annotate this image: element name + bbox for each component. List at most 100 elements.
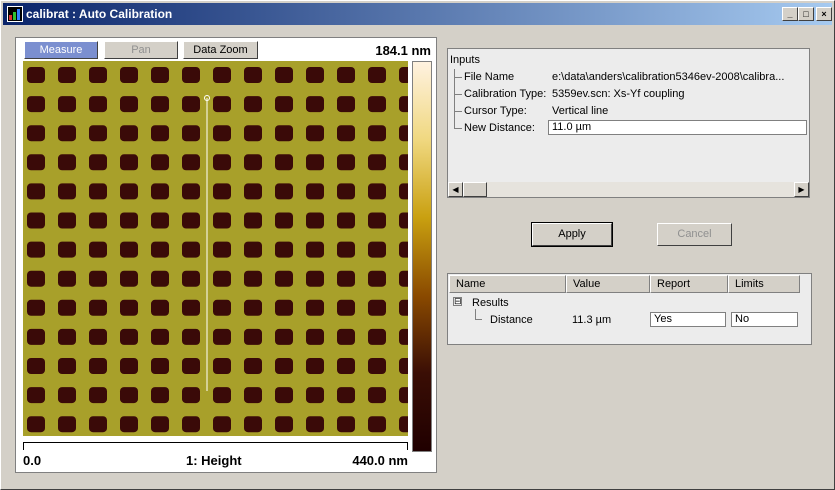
- title-bar[interactable]: calibrat : Auto Calibration _ □ ×: [3, 3, 832, 25]
- grating-hole: [306, 328, 324, 345]
- grating-hole: [120, 328, 138, 345]
- grating-hole: [27, 387, 45, 404]
- grating-hole: [89, 270, 107, 287]
- grating-hole: [244, 299, 262, 316]
- grating-hole: [27, 154, 45, 171]
- grating-hole: [182, 183, 200, 200]
- grating-hole: [368, 358, 386, 374]
- grating-hole: [337, 387, 355, 404]
- file-name-label: File Name: [464, 71, 515, 83]
- grating-hole: [58, 358, 76, 374]
- grating-hole: [337, 212, 355, 229]
- grating-hole: [58, 241, 76, 258]
- inputs-panel: Inputs File Name e:\data\anders\calibrat…: [447, 48, 810, 198]
- grating-hole: [151, 416, 169, 433]
- grating-hole: [368, 67, 386, 83]
- grating-hole: [337, 154, 355, 171]
- grating-hole: [399, 299, 408, 316]
- distance-report-field[interactable]: Yes: [650, 312, 726, 327]
- measure-button[interactable]: Measure: [24, 41, 98, 59]
- grating-hole: [275, 212, 293, 229]
- grating-hole: [213, 387, 231, 404]
- input-row-calibration-type: Calibration Type: 5359ev.scn: Xs-Yf coup…: [448, 86, 808, 103]
- grating-hole: [89, 154, 107, 171]
- minimize-button[interactable]: _: [782, 7, 798, 21]
- cursor-type-label: Cursor Type:: [464, 105, 527, 117]
- scroll-left-icon[interactable]: ◀: [448, 182, 463, 197]
- distance-limits-field[interactable]: No: [731, 312, 798, 327]
- tree-branch: [454, 94, 462, 95]
- scroll-thumb[interactable]: [463, 182, 487, 197]
- grating-hole: [27, 212, 45, 229]
- column-header-value[interactable]: Value: [566, 275, 650, 293]
- grating-hole: [368, 416, 386, 433]
- grating-hole: [213, 416, 231, 433]
- maximize-button[interactable]: □: [798, 7, 814, 21]
- grating-hole: [244, 96, 262, 113]
- grating-hole: [27, 416, 45, 433]
- grating-hole: [368, 387, 386, 404]
- grating-hole: [213, 299, 231, 316]
- grating-hole: [337, 125, 355, 142]
- grating-hole: [399, 125, 408, 142]
- afm-height-image[interactable]: [23, 61, 408, 436]
- horizontal-scrollbar[interactable]: ◀ ▶: [448, 182, 809, 197]
- grating-hole: [182, 358, 200, 374]
- grating-hole: [182, 416, 200, 433]
- column-header-name[interactable]: Name: [449, 275, 566, 293]
- grating-hole: [306, 125, 324, 142]
- grating-hole: [120, 270, 138, 287]
- close-button[interactable]: ×: [816, 7, 832, 21]
- grating-hole: [58, 154, 76, 171]
- apply-button[interactable]: Apply: [531, 222, 613, 247]
- grating-hole: [213, 96, 231, 113]
- grating-hole: [244, 241, 262, 258]
- grating-hole: [27, 241, 45, 258]
- grating-hole: [89, 416, 107, 433]
- grating-hole: [58, 270, 76, 287]
- cancel-button[interactable]: Cancel: [657, 223, 732, 246]
- grating-hole: [337, 270, 355, 287]
- grating-hole: [27, 96, 45, 113]
- grating-hole: [120, 387, 138, 404]
- grating-hole: [89, 328, 107, 345]
- grating-hole: [337, 416, 355, 433]
- file-name-value[interactable]: e:\data\anders\calibration5346ev-2008\ca…: [552, 71, 804, 83]
- pan-button[interactable]: Pan: [104, 41, 178, 59]
- grating-hole: [182, 67, 200, 83]
- grating-hole: [275, 125, 293, 142]
- grating-hole: [27, 299, 45, 316]
- grating-hole: [58, 387, 76, 404]
- axis-title-label: 1: Height: [186, 453, 242, 468]
- collapse-toggle-icon[interactable]: ⊟: [453, 297, 462, 306]
- calibration-type-value[interactable]: 5359ev.scn: Xs-Yf coupling: [552, 88, 804, 100]
- grating-hole: [120, 125, 138, 142]
- app-icon: [7, 6, 23, 22]
- grating-hole: [275, 96, 293, 113]
- new-distance-field[interactable]: 11.0 µm: [548, 120, 807, 135]
- grating-hole: [151, 328, 169, 345]
- grating-hole: [151, 154, 169, 171]
- grating-hole: [120, 241, 138, 258]
- grating-hole: [306, 183, 324, 200]
- input-row-file-name: File Name e:\data\anders\calibration5346…: [448, 69, 808, 86]
- grating-hole: [89, 387, 107, 404]
- data-zoom-button[interactable]: Data Zoom: [183, 41, 258, 59]
- axis-min-label: 0.0: [23, 453, 42, 468]
- grating-hole: [399, 96, 408, 113]
- grating-hole: [120, 154, 138, 171]
- tree-branch: [475, 309, 482, 320]
- grating-hole: [399, 67, 408, 83]
- grating-hole: [89, 67, 107, 83]
- scroll-right-icon[interactable]: ▶: [794, 182, 809, 197]
- afm-image-canvas[interactable]: [23, 61, 408, 436]
- column-header-report[interactable]: Report: [650, 275, 728, 293]
- column-header-limits[interactable]: Limits: [728, 275, 800, 293]
- grating-hole: [368, 96, 386, 113]
- grating-hole: [368, 270, 386, 287]
- grating-hole: [306, 387, 324, 404]
- cursor-type-value[interactable]: Vertical line: [552, 105, 804, 117]
- grating-hole: [58, 328, 76, 345]
- grating-hole: [306, 154, 324, 171]
- grating-hole: [58, 299, 76, 316]
